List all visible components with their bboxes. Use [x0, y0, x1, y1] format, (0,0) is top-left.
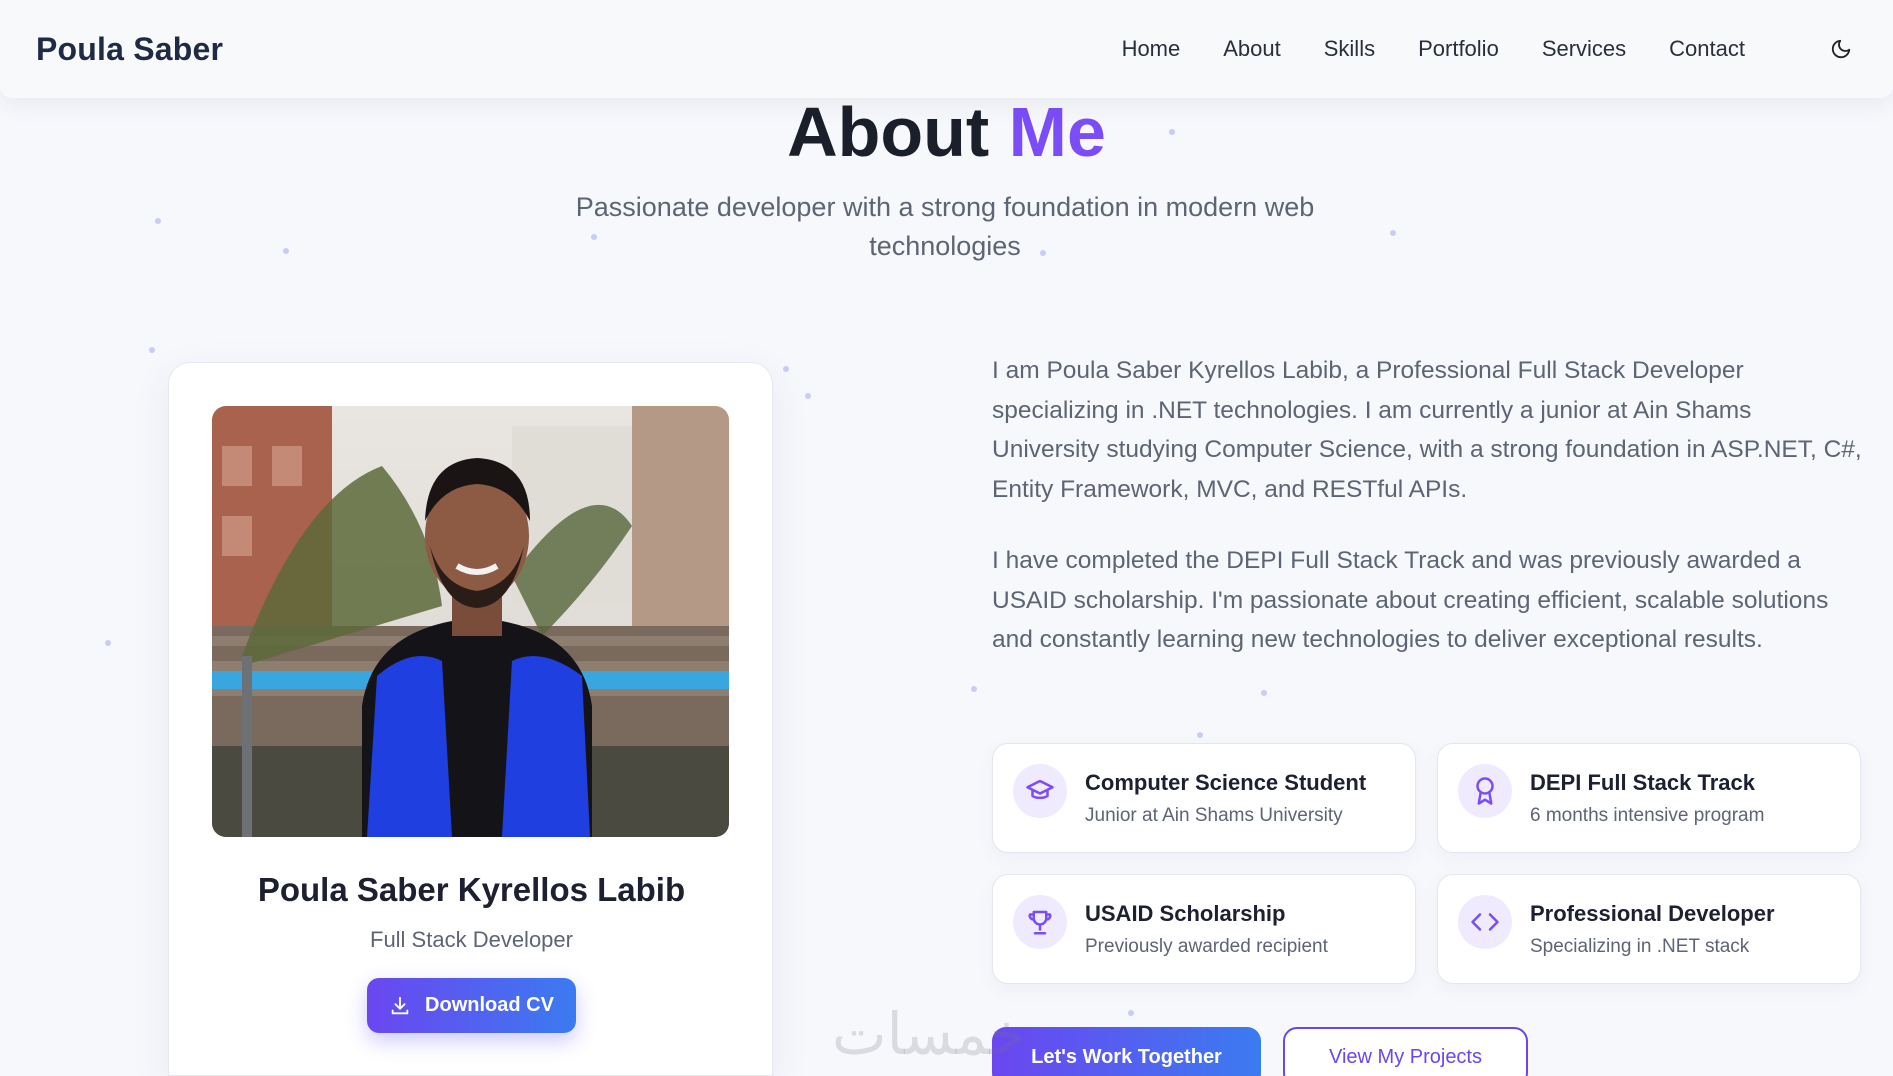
nav-link-services[interactable]: Services — [1542, 36, 1626, 62]
moon-icon — [1831, 39, 1851, 59]
decor-dot — [155, 218, 161, 224]
decor-dot — [783, 366, 789, 372]
nav-link-contact[interactable]: Contact — [1669, 36, 1745, 62]
brand-logo[interactable]: Poula Saber — [36, 31, 223, 68]
nav-links: Home About Skills Portfolio Services Con… — [1122, 36, 1745, 62]
profile-role: Full Stack Developer — [370, 927, 573, 952]
section-title-accent: Me — [1008, 93, 1106, 171]
code-icon — [1458, 895, 1512, 949]
nav-link-skills[interactable]: Skills — [1324, 36, 1375, 62]
section-title-main: About — [787, 93, 990, 171]
decor-dot — [283, 248, 289, 254]
decor-dot — [805, 393, 811, 399]
section-title: About Me — [0, 92, 1893, 172]
highlight-title: Professional Developer — [1530, 901, 1775, 926]
nav-link-home[interactable]: Home — [1122, 36, 1181, 62]
profile-photo — [212, 406, 729, 837]
nav-link-about[interactable]: About — [1223, 36, 1281, 62]
bio-paragraph-2: I have completed the DEPI Full Stack Tra… — [992, 547, 1829, 653]
decor-dot — [1128, 1010, 1134, 1016]
graduation-cap-icon — [1013, 764, 1067, 818]
trophy-icon — [1013, 895, 1067, 949]
highlight-subtitle: 6 months intensive program — [1530, 805, 1765, 826]
view-projects-button[interactable]: View My Projects — [1283, 1027, 1528, 1076]
highlight-card-professional: Professional Developer Specializing in .… — [1437, 874, 1861, 984]
highlight-card-cs-student: Computer Science Student Junior at Ain S… — [992, 743, 1416, 853]
watermark-logo: خمسات — [832, 1000, 1026, 1068]
download-icon — [391, 996, 409, 1014]
nav-link-portfolio[interactable]: Portfolio — [1418, 36, 1499, 62]
lets-work-together-button[interactable]: Let's Work Together — [992, 1027, 1261, 1076]
decor-dot — [105, 640, 111, 646]
highlight-card-depi: DEPI Full Stack Track 6 months intensive… — [1437, 743, 1861, 853]
decor-dot — [1261, 690, 1267, 696]
highlight-subtitle: Specializing in .NET stack — [1530, 936, 1750, 957]
highlight-subtitle: Junior at Ain Shams University — [1085, 805, 1343, 826]
navbar: Poula Saber Home About Skills Portfolio … — [0, 0, 1893, 98]
profile-card: Poula Saber Kyrellos Labib Full Stack De… — [168, 362, 773, 1076]
section-subtitle: Passionate developer with a strong found… — [575, 192, 1315, 261]
profile-name: Poula Saber Kyrellos Labib — [257, 871, 686, 908]
theme-toggle-button[interactable] — [1825, 33, 1857, 65]
decor-dot — [971, 686, 977, 692]
highlight-title: DEPI Full Stack Track — [1530, 770, 1755, 795]
decor-dot — [1197, 732, 1203, 738]
download-cv-button[interactable]: Download CV — [367, 978, 576, 1033]
highlight-card-usaid: USAID Scholarship Previously awarded rec… — [992, 874, 1416, 984]
bio-paragraph-1: I am Poula Saber Kyrellos Labib, a Profe… — [992, 357, 1862, 503]
highlight-title: USAID Scholarship — [1085, 901, 1286, 926]
download-cv-label: Download CV — [425, 994, 554, 1016]
award-icon — [1458, 764, 1512, 818]
highlight-title: Computer Science Student — [1085, 770, 1367, 795]
decor-dot — [1390, 230, 1396, 236]
highlight-subtitle: Previously awarded recipient — [1085, 936, 1328, 957]
decor-dot — [149, 347, 155, 353]
